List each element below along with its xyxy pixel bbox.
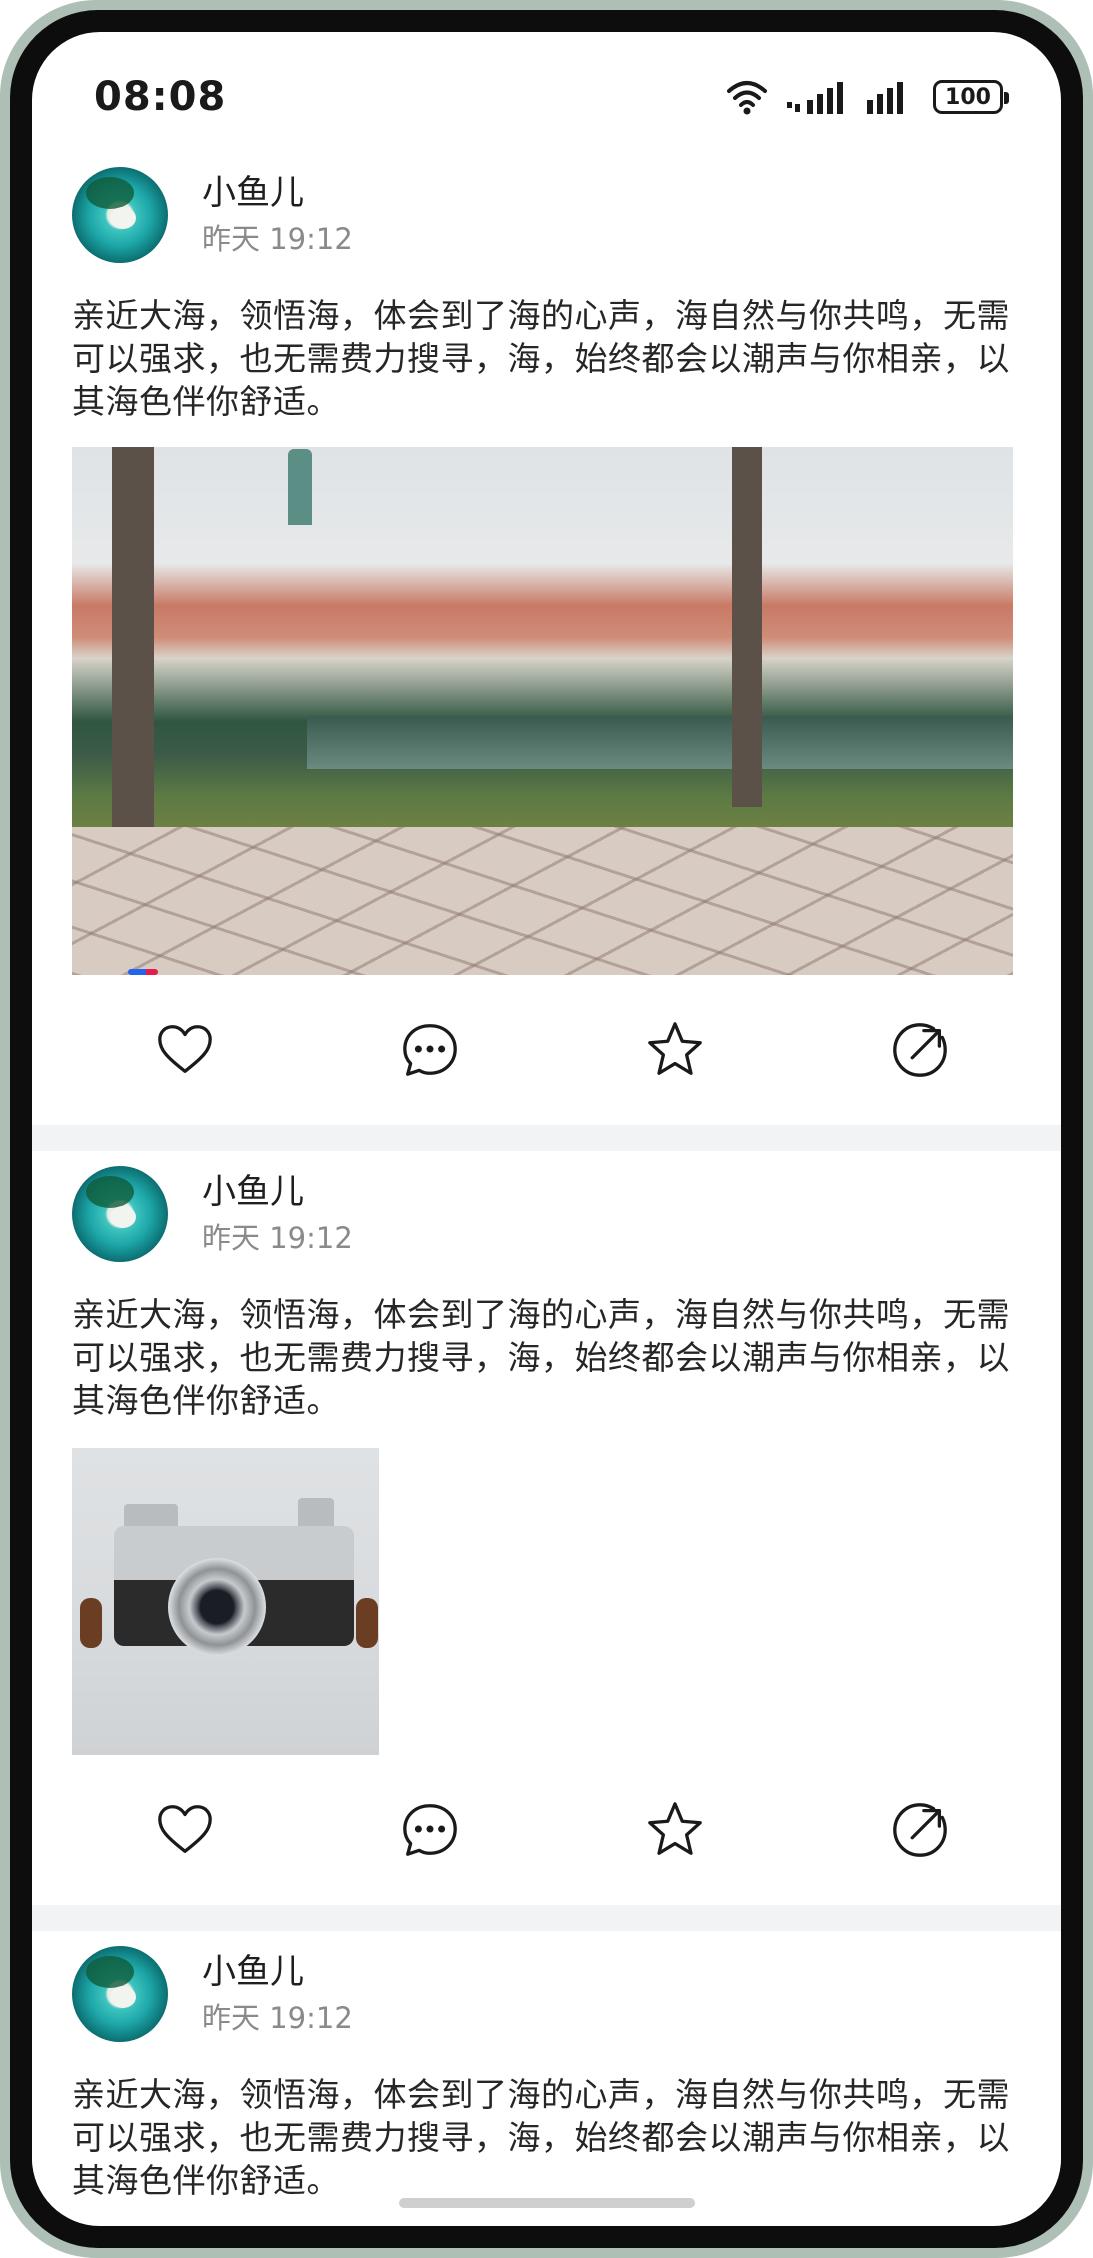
stone-path	[72, 827, 1013, 975]
post-time: 昨天 19:12	[202, 1221, 353, 1255]
post-text: 亲近大海，领悟海，体会到了海的心声，海自然与你共鸣，无需可以强求，也无需费力搜寻…	[72, 2075, 1010, 2200]
wifi-icon	[727, 81, 767, 115]
post: 小鱼儿 昨天 19:12 亲近大海，领悟海，体会到了海的心声，海自然与你共鸣，无…	[32, 1931, 1061, 2202]
post-header: 小鱼儿 昨天 19:12	[72, 152, 1021, 272]
phone-bezel: 08:08 100 小鱼儿 昨天 19:12 亲近大海，领悟海，体会到了海的心声…	[10, 10, 1083, 2248]
heart-icon[interactable]	[154, 1799, 216, 1861]
camera-strap	[80, 1598, 102, 1648]
battery-level: 100	[945, 84, 991, 110]
battery-icon: 100	[933, 80, 1009, 114]
user-name[interactable]: 小鱼儿	[202, 1170, 353, 1214]
comment-icon[interactable]	[399, 1019, 461, 1081]
castle-tower	[288, 449, 312, 525]
tree-trunk	[112, 447, 154, 827]
post-video[interactable]	[72, 447, 1013, 975]
comment-icon[interactable]	[399, 1799, 461, 1861]
screen: 08:08 100 小鱼儿 昨天 19:12 亲近大海，领悟海，体会到了海的心声…	[32, 32, 1061, 2226]
avatar[interactable]	[72, 1166, 168, 1262]
post-actions	[72, 1755, 1021, 1905]
star-icon[interactable]	[644, 1019, 706, 1081]
home-indicator[interactable]	[398, 2198, 695, 2208]
heart-icon[interactable]	[154, 1019, 216, 1081]
post-header: 小鱼儿 昨天 19:12	[72, 1151, 1021, 1271]
post-text: 亲近大海，领悟海，体会到了海的心声，海自然与你共鸣，无需可以强求，也无需费力搜寻…	[72, 1295, 1010, 1420]
share-icon[interactable]	[889, 1799, 951, 1861]
tree-trunk	[732, 447, 762, 807]
user-block: 小鱼儿 昨天 19:12	[202, 171, 353, 259]
user-block: 小鱼儿 昨天 19:12	[202, 1950, 353, 2038]
post-actions	[72, 975, 1021, 1125]
status-icons: 100	[725, 79, 1009, 115]
avatar[interactable]	[72, 167, 168, 263]
status-time: 08:08	[94, 74, 227, 120]
camera-lens	[168, 1558, 266, 1656]
signal-icon	[787, 82, 843, 114]
post: 小鱼儿 昨天 19:12 亲近大海，领悟海，体会到了海的心声，海自然与你共鸣，无…	[32, 152, 1061, 1125]
avatar[interactable]	[72, 1946, 168, 2042]
post-image[interactable]	[72, 1448, 379, 1755]
post-divider	[32, 1905, 1061, 1931]
post-time: 昨天 19:12	[202, 222, 353, 256]
share-icon[interactable]	[889, 1019, 951, 1081]
status-bar: 08:08 100	[32, 32, 1061, 142]
star-icon[interactable]	[644, 1799, 706, 1861]
signal-icon	[867, 82, 903, 114]
post-header: 小鱼儿 昨天 19:12	[72, 1931, 1021, 2051]
lake	[307, 716, 1013, 770]
post-time: 昨天 19:12	[202, 2001, 353, 2035]
post: 小鱼儿 昨天 19:12 亲近大海，领悟海，体会到了海的心声，海自然与你共鸣，无…	[32, 1151, 1061, 1905]
feed[interactable]: 小鱼儿 昨天 19:12 亲近大海，领悟海，体会到了海的心声，海自然与你共鸣，无…	[32, 152, 1061, 2202]
video-progress[interactable]	[128, 969, 158, 975]
post-text: 亲近大海，领悟海，体会到了海的心声，海自然与你共鸣，无需可以强求，也无需费力搜寻…	[72, 296, 1010, 421]
post-divider	[32, 1125, 1061, 1151]
camera-strap	[356, 1598, 378, 1648]
user-block: 小鱼儿 昨天 19:12	[202, 1170, 353, 1258]
user-name[interactable]: 小鱼儿	[202, 1950, 353, 1994]
phone-frame: 08:08 100 小鱼儿 昨天 19:12 亲近大海，领悟海，体会到了海的心声…	[0, 0, 1093, 2258]
user-name[interactable]: 小鱼儿	[202, 171, 353, 215]
